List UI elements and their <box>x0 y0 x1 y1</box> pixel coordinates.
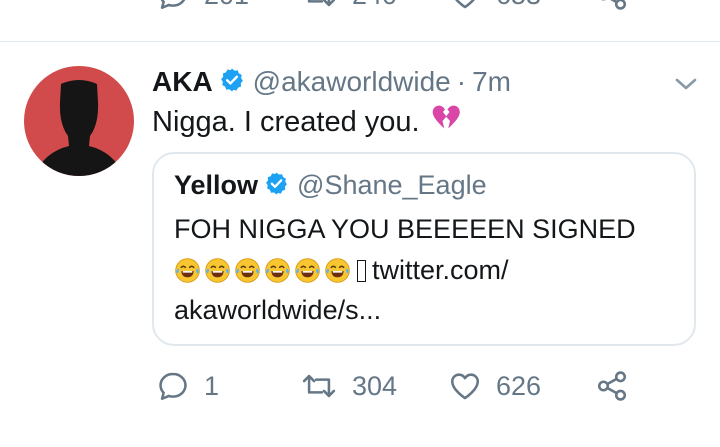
tweet-text: Nigga. I created you. <box>152 103 462 141</box>
prev-like-button[interactable]: 653 <box>448 0 541 12</box>
tweet-divider <box>0 41 720 42</box>
broken-heart-emoji-icon <box>430 103 462 141</box>
prev-retweet-button[interactable]: 240 <box>300 0 397 12</box>
prev-reply-count: 201 <box>204 0 249 11</box>
avatar[interactable] <box>24 66 134 176</box>
face-with-tears-of-joy-emoji-icon <box>205 258 230 283</box>
quoted-link-part1[interactable]: twitter.com/ <box>372 255 509 286</box>
retweet-icon <box>302 374 336 398</box>
share-button[interactable] <box>594 369 630 403</box>
chevron-down-icon[interactable] <box>672 74 700 94</box>
prev-reply-button[interactable]: 201 <box>156 0 249 12</box>
reply-count: 1 <box>204 370 220 401</box>
silhouette-avatar-icon <box>34 80 124 176</box>
tweet-body: Nigga. I created you. <box>152 105 420 138</box>
quoted-tweet-header: Yellow @Shane_Eagle <box>174 170 487 201</box>
share-icon <box>601 0 627 10</box>
quoted-tweet-card[interactable]: Yellow @Shane_Eagle FOH NIGGA YOU BEEEEE… <box>152 152 696 346</box>
quoted-author-name: Yellow <box>174 170 259 200</box>
reply-button[interactable]: 1 <box>156 369 219 403</box>
previous-tweet-actions: 201 240 653 <box>0 0 720 28</box>
face-with-tears-of-joy-emoji-icon <box>235 258 260 283</box>
header-separator: · <box>456 66 467 97</box>
retweet-button[interactable]: 304 <box>300 369 397 403</box>
heart-outline-icon <box>450 373 480 400</box>
prev-like-count: 653 <box>496 0 541 11</box>
reply-icon <box>159 372 187 401</box>
tweet-header: AKA @akaworldwide · 7m <box>152 62 511 102</box>
heart-outline-icon <box>455 0 475 9</box>
like-count: 626 <box>496 370 542 401</box>
prev-share-button[interactable] <box>594 0 630 12</box>
missing-glyph-box <box>357 259 366 282</box>
verified-badge-icon <box>219 67 245 98</box>
quoted-link-part2[interactable]: akaworldwide/s... <box>174 295 381 326</box>
author-name[interactable]: AKA <box>152 66 213 98</box>
retweet-count: 304 <box>352 370 398 401</box>
tweet-actions: 1 304 626 <box>0 363 720 409</box>
face-with-tears-of-joy-emoji-icon <box>325 258 350 283</box>
laughing-emoji-row <box>174 257 354 284</box>
face-with-tears-of-joy-emoji-icon <box>265 258 290 283</box>
timestamp[interactable]: 7m <box>472 66 511 98</box>
retweet-icon <box>307 0 336 7</box>
like-button[interactable]: 626 <box>448 369 541 403</box>
face-with-tears-of-joy-emoji-icon <box>295 258 320 283</box>
author-handle[interactable]: @akaworldwide <box>253 66 451 98</box>
face-with-tears-of-joy-emoji-icon <box>175 258 200 283</box>
verified-badge-icon <box>264 171 289 201</box>
quoted-text-line2: twitter.com/ <box>174 255 509 286</box>
quoted-text-line1: FOH NIGGA YOU BEEEEEN SIGNED <box>174 214 636 244</box>
reply-icon <box>160 0 186 10</box>
quoted-author-handle: @Shane_Eagle <box>297 170 487 200</box>
share-icon <box>597 371 627 401</box>
prev-retweet-count: 240 <box>352 0 397 11</box>
